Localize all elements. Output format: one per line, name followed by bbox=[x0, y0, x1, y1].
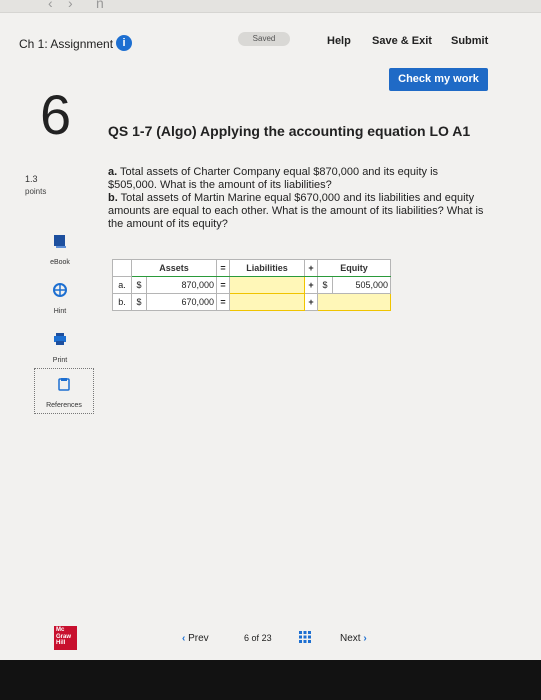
home-icon[interactable]: n bbox=[96, 0, 104, 11]
ebook-label: eBook bbox=[50, 259, 70, 266]
ebook-tool[interactable]: eBook bbox=[38, 234, 82, 269]
header-liabilities: Liabilities bbox=[229, 259, 305, 277]
liabilities-input-a[interactable] bbox=[229, 276, 305, 294]
saved-status-badge: Saved bbox=[238, 32, 290, 46]
equals-sign: = bbox=[216, 276, 230, 294]
liabilities-input-b[interactable] bbox=[229, 293, 305, 311]
forward-arrow-icon[interactable]: › bbox=[68, 0, 73, 11]
part-b-label: b. bbox=[108, 192, 118, 204]
table-header-row: Assets = Liabilities + Equity bbox=[112, 259, 391, 277]
browser-top-strip: ‹ › n bbox=[0, 0, 541, 13]
question-body: a. Total assets of Charter Company equal… bbox=[108, 166, 488, 231]
print-label: Print bbox=[52, 357, 68, 364]
next-label: Next bbox=[340, 633, 361, 644]
hint-label: Hint bbox=[53, 308, 67, 315]
equity-value: 505,000 bbox=[332, 276, 391, 294]
references-icon bbox=[58, 378, 70, 391]
plus-sign: + bbox=[304, 293, 318, 311]
print-icon bbox=[54, 333, 66, 345]
references-tool[interactable]: References bbox=[34, 368, 94, 414]
back-arrow-icon[interactable]: ‹ bbox=[48, 0, 53, 11]
logo-line-3: Hill bbox=[56, 640, 66, 646]
assets-currency: $ bbox=[131, 276, 147, 294]
prev-button[interactable]: ‹ Prev bbox=[182, 633, 209, 644]
grid-icon bbox=[299, 631, 311, 643]
question-points-value: 1.3 bbox=[25, 174, 38, 184]
help-link[interactable]: Help bbox=[327, 35, 351, 47]
accounting-equation-table: Assets = Liabilities + Equity a. $ 870,0… bbox=[112, 259, 391, 311]
assets-currency: $ bbox=[131, 293, 147, 311]
equity-currency: $ bbox=[317, 276, 333, 294]
next-button[interactable]: Next › bbox=[340, 633, 367, 644]
header-equity: Equity bbox=[317, 259, 391, 277]
question-part-a: a. Total assets of Charter Company equal… bbox=[108, 166, 488, 192]
chevron-left-icon: ‹ bbox=[182, 633, 186, 644]
question-part-b: b. Total assets of Martin Marine equal $… bbox=[108, 192, 488, 231]
references-label: References bbox=[46, 402, 82, 409]
print-tool[interactable]: Print bbox=[38, 332, 82, 367]
prev-label: Prev bbox=[188, 633, 209, 644]
page-current: 6 bbox=[244, 633, 250, 643]
table-row: b. $ 670,000 = + bbox=[112, 293, 391, 311]
assets-value: 670,000 bbox=[146, 293, 217, 311]
part-b-text: Total assets of Martin Marine equal $670… bbox=[108, 192, 484, 230]
submit-link[interactable]: Submit bbox=[451, 35, 488, 47]
app-screen: ‹ › n Ch 1: Assignment i Saved Help Save… bbox=[0, 0, 541, 660]
hint-icon bbox=[53, 283, 67, 297]
equals-sign: = bbox=[216, 293, 230, 311]
table-row: a. $ 870,000 = + $ 505,000 bbox=[112, 276, 391, 294]
info-icon[interactable]: i bbox=[116, 35, 132, 51]
row-label: b. bbox=[112, 293, 132, 311]
header-plus: + bbox=[304, 259, 318, 277]
part-a-text: Total assets of Charter Company equal $8… bbox=[108, 166, 439, 191]
page-total: 23 bbox=[261, 633, 272, 643]
part-a-label: a. bbox=[108, 166, 118, 178]
hint-tool[interactable]: Hint bbox=[38, 283, 82, 318]
page-of: of bbox=[251, 633, 260, 643]
row-label: a. bbox=[112, 276, 132, 294]
mcgraw-hill-logo: Mc Graw Hill bbox=[54, 626, 77, 650]
check-my-work-button[interactable]: Check my work bbox=[389, 68, 488, 91]
question-number: 6 bbox=[40, 83, 72, 146]
plus-sign: + bbox=[304, 276, 318, 294]
page-status: 6 of 23 bbox=[244, 633, 272, 643]
book-icon bbox=[54, 235, 66, 248]
save-exit-link[interactable]: Save & Exit bbox=[372, 35, 432, 47]
assets-value: 870,000 bbox=[146, 276, 217, 294]
assignment-title: Ch 1: Assignment bbox=[19, 37, 114, 51]
equity-input-b[interactable] bbox=[317, 293, 391, 311]
screen-bezel bbox=[0, 660, 541, 700]
question-points-label: points bbox=[25, 187, 47, 196]
header-assets: Assets bbox=[131, 259, 217, 277]
question-grid-button[interactable] bbox=[298, 630, 312, 649]
question-title: QS 1-7 (Algo) Applying the accounting eq… bbox=[108, 123, 471, 139]
header-equals: = bbox=[216, 259, 230, 277]
header-blank bbox=[112, 259, 132, 277]
chevron-right-icon: › bbox=[363, 633, 367, 644]
